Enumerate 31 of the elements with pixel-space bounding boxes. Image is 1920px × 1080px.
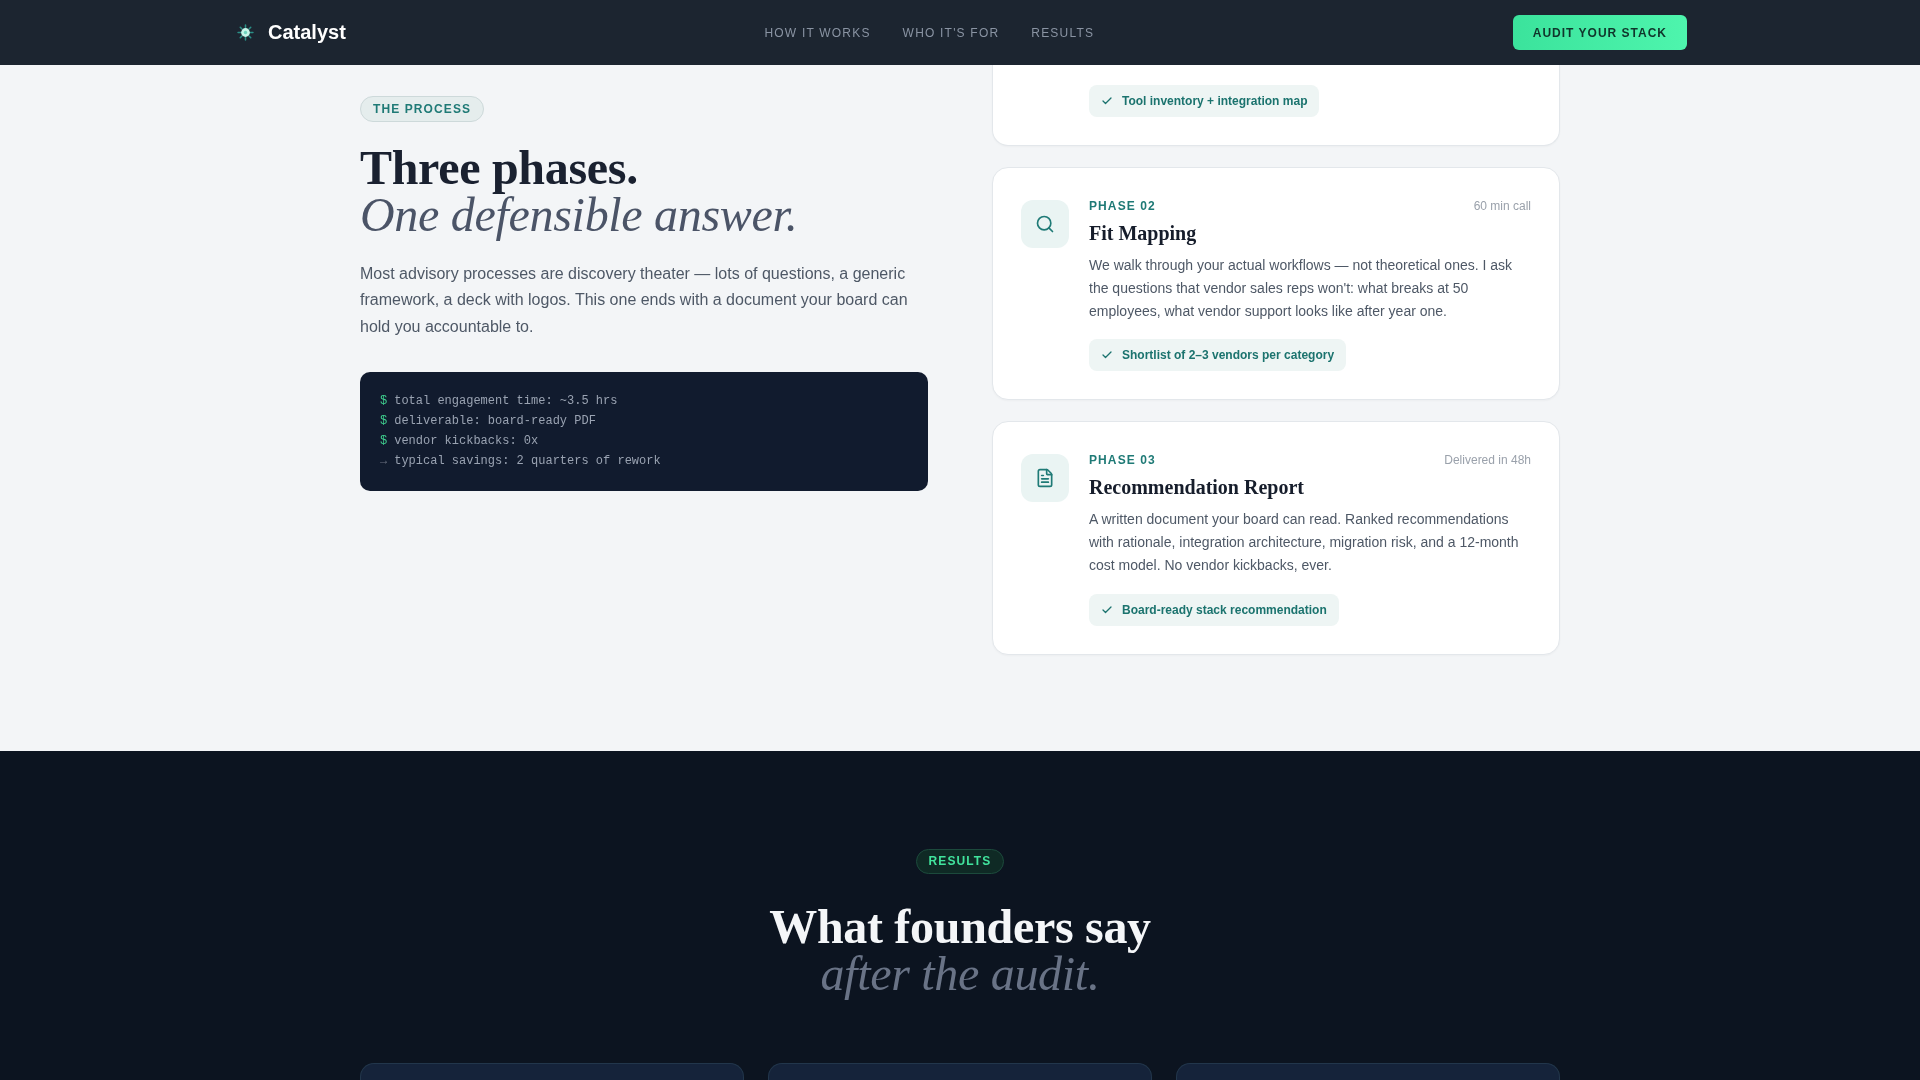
search-icon <box>1021 200 1069 248</box>
prompt-symbol: → <box>380 452 388 470</box>
prompt-symbol: $ <box>380 432 388 450</box>
prompt-symbol: $ <box>380 413 388 430</box>
phase-duration: Delivered in 48h <box>1444 453 1531 468</box>
check-icon <box>1101 95 1113 107</box>
intro-paragraph: Most advisory processes are discovery theater — lots of questions, a generic framework, a deck with logos. This one ends with a document your board can hold you accountable to. <box>360 264 909 337</box>
terminal-text: deliverable: board-ready PDF <box>394 413 596 430</box>
terminal-text: typical savings: 2 quarters of rework <box>394 452 661 470</box>
phase-label: PHASE 02 <box>1089 199 1156 213</box>
nav-link[interactable]: HOW IT WORKS <box>764 25 871 40</box>
deliverable-text: Shortlist of 2–3 vendors per category <box>1122 348 1335 363</box>
terminal-text: total engagement time: ~3.5 hrs <box>394 393 618 411</box>
nav-link[interactable]: RESULTS <box>1031 25 1095 40</box>
deliverable-text: Tool inventory + integration map <box>1122 94 1308 108</box>
phase-title: Fit Mapping <box>1089 221 1198 246</box>
phase-duration: 60 min call <box>1473 199 1531 213</box>
brand-link[interactable]: Catalyst <box>237 21 346 44</box>
phase-description: We walk through your actual workflows — not theoretical ones. I ask the questions that vendor sales reps won't: what breaks at 50 employees, what vendor support looks like after year one. <box>1089 256 1514 322</box>
nav-link[interactable]: WHO IT'S FOR <box>902 25 1000 40</box>
burst-icon <box>237 24 254 41</box>
deliverable-text: Board-ready stack recommendation <box>1122 602 1327 617</box>
terminal-text: vendor kickbacks: 0x <box>394 432 539 450</box>
prompt-symbol: $ <box>380 393 388 411</box>
section-tag: RESULTS <box>915 848 1005 874</box>
document-icon <box>1021 454 1069 503</box>
section-tag: THE PROCESS <box>360 96 485 122</box>
phase-description: A written document your board can read. Ranked recommendations with rationale, integration architecture, migration risk, and a 12-month cost model. No vendor kickbacks, ever. <box>1089 510 1520 576</box>
phase-title: Recommendation Report <box>1089 475 1305 501</box>
phase-label: PHASE 03 <box>1089 453 1156 468</box>
audit-button[interactable]: AUDIT YOUR STACK <box>1512 15 1687 50</box>
